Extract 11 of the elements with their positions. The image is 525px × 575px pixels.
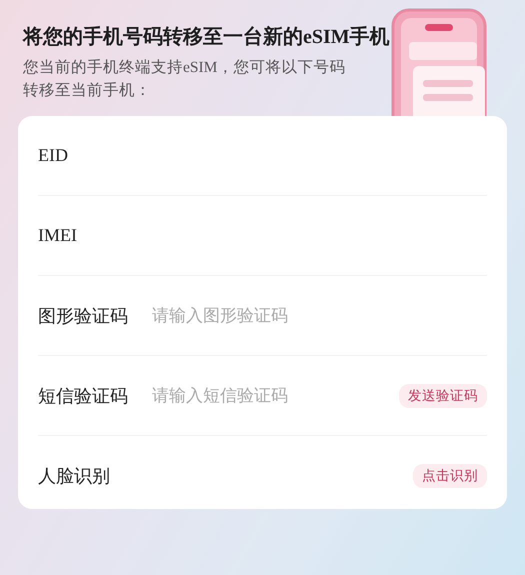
page-description: 您当前的手机终端支持eSIM，您可将以下号码转移至当前手机： — [23, 58, 346, 101]
field-label: 短信验证码 — [38, 384, 129, 408]
page-title: 将您的手机号码转移至一台新的eSIM手机 — [23, 24, 391, 50]
field-label: 图形验证码 — [38, 304, 129, 328]
send-code-button[interactable]: 发送验证码 — [399, 384, 487, 408]
field-label: 人脸识别 — [38, 464, 111, 488]
field-label: EID — [38, 145, 69, 166]
input-field[interactable]: 请输入短信验证码 — [150, 384, 399, 406]
input-field[interactable]: 请输入图形验证码 — [150, 304, 487, 326]
verify-button[interactable]: 点击识别 — [413, 464, 487, 488]
field-label: IMEI — [38, 225, 78, 246]
